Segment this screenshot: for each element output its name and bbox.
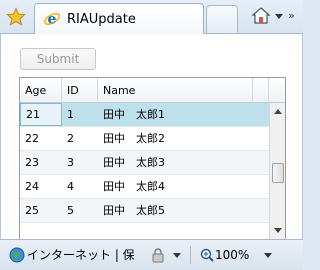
cell-name[interactable]: 田中 太郎4 xyxy=(98,175,253,198)
grid-rows: 21 1 田中 太郎1 22 2 田中 太郎2 23 3 田中 太郎3 24 4… xyxy=(20,103,269,223)
ie-logo-icon: e xyxy=(43,10,61,28)
status-separator xyxy=(190,246,191,264)
column-header-id[interactable]: ID xyxy=(62,78,98,103)
zoom-magnifier-icon[interactable] xyxy=(200,247,214,263)
home-icon[interactable] xyxy=(250,5,272,27)
page-content: Submit Age ID Name 21 1 田中 太郎1 22 2 田中 太… xyxy=(0,34,303,239)
cell-age[interactable]: 22 xyxy=(20,127,62,150)
new-tab-button[interactable] xyxy=(206,5,238,33)
cell-id[interactable]: 4 xyxy=(62,175,98,198)
cell-id[interactable]: 5 xyxy=(62,199,98,222)
column-header-age[interactable]: Age xyxy=(20,78,62,103)
grid-vertical-scrollbar[interactable] xyxy=(269,103,285,239)
table-row[interactable]: 23 3 田中 太郎3 xyxy=(20,151,269,175)
cell-id[interactable]: 3 xyxy=(62,151,98,174)
submit-button[interactable]: Submit xyxy=(20,48,96,70)
scrollbar-thumb[interactable] xyxy=(272,163,284,183)
scroll-down-arrow-icon[interactable] xyxy=(271,224,285,238)
zoom-dropdown-icon[interactable] xyxy=(264,252,272,260)
table-row[interactable]: 21 1 田中 太郎1 xyxy=(20,103,269,127)
internet-globe-icon xyxy=(9,247,25,263)
cell-id[interactable]: 1 xyxy=(62,103,98,126)
browser-tab-bar: e RIAUpdate » xyxy=(0,0,303,34)
cell-age[interactable]: 21 xyxy=(20,103,62,126)
cell-age[interactable]: 25 xyxy=(20,199,62,222)
tab-riaupdate[interactable]: e RIAUpdate xyxy=(34,3,204,34)
more-chevron-icon[interactable]: » xyxy=(288,9,300,23)
svg-text:e: e xyxy=(48,12,57,28)
cell-name[interactable]: 田中 太郎5 xyxy=(98,199,253,222)
column-header-name[interactable]: Name xyxy=(98,78,253,103)
protected-mode-dropdown-icon[interactable] xyxy=(173,252,181,260)
protected-mode-lock-icon[interactable] xyxy=(150,246,166,264)
grid-header: Age ID Name xyxy=(20,78,285,103)
cell-age[interactable]: 24 xyxy=(20,175,62,198)
tab-title: RIAUpdate xyxy=(67,11,136,27)
cell-name[interactable]: 田中 太郎2 xyxy=(98,127,253,150)
table-row[interactable]: 24 4 田中 太郎4 xyxy=(20,175,269,199)
favorites-star-icon[interactable] xyxy=(4,6,28,28)
cell-age[interactable]: 23 xyxy=(20,151,62,174)
zoom-level-text[interactable]: 100% xyxy=(215,246,249,264)
table-row[interactable]: 25 5 田中 太郎5 xyxy=(20,199,269,223)
cell-id[interactable]: 2 xyxy=(62,127,98,150)
data-grid: Age ID Name 21 1 田中 太郎1 22 2 田中 太郎2 23 3… xyxy=(19,77,286,239)
status-bar: インターネット | 保 100% xyxy=(0,239,303,270)
home-dropdown-chevron-icon[interactable] xyxy=(274,12,284,22)
table-row[interactable]: 22 2 田中 太郎2 xyxy=(20,127,269,151)
column-header-filler xyxy=(253,78,269,103)
cell-name[interactable]: 田中 太郎3 xyxy=(98,151,253,174)
scroll-up-arrow-icon[interactable] xyxy=(271,105,285,119)
cell-name[interactable]: 田中 太郎1 xyxy=(98,103,253,126)
security-zone-text[interactable]: インターネット | 保 xyxy=(27,246,145,264)
